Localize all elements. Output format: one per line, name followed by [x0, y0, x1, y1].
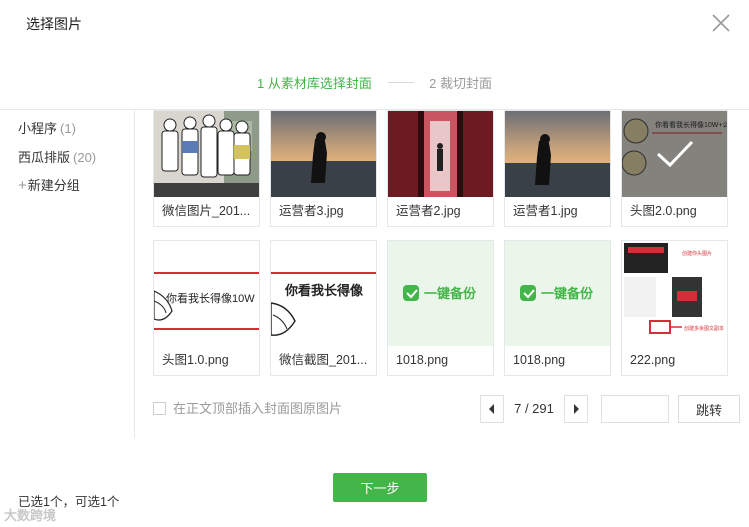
page-indicator: 7 / 291: [514, 401, 554, 416]
image-grid: 微信图片_201... 运营者3.jpg 运营者2.jpg 运营者1.jpg 你…: [135, 110, 749, 438]
thumb-backup-text: 一键备份: [424, 286, 477, 301]
sidebar-item-miniprogram[interactable]: 小程序 (1): [18, 118, 76, 137]
plus-icon: +: [18, 177, 27, 194]
image-name: 头图1.0.png: [162, 353, 229, 367]
image-thumbnail: 一键备份: [505, 241, 610, 346]
selected-overlay: [622, 111, 727, 197]
image-card[interactable]: 运营者2.jpg: [387, 110, 494, 227]
image-thumbnail: 创建多余图文副本 创建你头图片: [622, 241, 727, 346]
image-thumbnail: [505, 111, 610, 197]
next-step-button[interactable]: 下一步: [333, 473, 427, 502]
thumb-headline: 你看我长得像: [284, 283, 364, 298]
image-card[interactable]: 你看我长得像10W 头图1.0.png: [153, 240, 260, 376]
image-thumbnail: 你看我长得像10W: [154, 241, 259, 346]
chevron-right-icon: [574, 404, 579, 414]
image-card[interactable]: 一键备份 1018.png: [504, 240, 611, 376]
checkmark-icon: [656, 140, 693, 168]
sidebar-item-count: (20): [73, 150, 97, 165]
image-thumbnail: [271, 111, 376, 197]
sidebar-item-label: 小程序: [18, 121, 58, 136]
image-thumbnail: 你看我长得像: [271, 241, 376, 346]
image-name: 头图2.0.png: [630, 204, 697, 218]
prev-page-button[interactable]: [480, 395, 504, 423]
step-separator: [387, 82, 414, 83]
thumb-annotation: 创建多余图文副本: [684, 325, 724, 332]
next-page-button[interactable]: [564, 395, 588, 423]
dialog-title: 选择图片: [26, 16, 82, 32]
close-icon[interactable]: [710, 12, 732, 34]
thumb-headline: 你看我长得像10W: [166, 291, 255, 305]
image-thumbnail: [154, 111, 259, 197]
chevron-left-icon: [489, 404, 494, 414]
image-name: 微信截图_201...: [279, 353, 368, 367]
image-card[interactable]: 创建多余图文副本 创建你头图片 222.png: [621, 240, 728, 376]
image-name: 运营者1.jpg: [513, 204, 578, 218]
image-name: 运营者2.jpg: [396, 204, 461, 218]
image-card[interactable]: 微信图片_201...: [153, 110, 260, 227]
image-card-selected[interactable]: 你看看我长得像10W+么? 头图2.0.png: [621, 110, 728, 227]
step-2-label: 2 裁切封面: [429, 76, 492, 91]
new-group-button[interactable]: +新建分组: [18, 175, 80, 194]
watermark-logo: 大数跨境: [4, 508, 57, 523]
page-number-input[interactable]: [601, 395, 669, 423]
image-card[interactable]: 你看我长得像 微信截图_201...: [270, 240, 377, 376]
group-sidebar: 小程序 (1) 西瓜排版 (20) +新建分组: [0, 110, 135, 438]
image-name: 222.png: [630, 353, 676, 367]
sidebar-item-xigua[interactable]: 西瓜排版 (20): [18, 147, 96, 166]
image-name: 1018.png: [513, 353, 566, 367]
new-group-label: 新建分组: [27, 178, 80, 193]
image-thumbnail: [388, 111, 493, 197]
jump-button[interactable]: 跳转: [678, 395, 740, 423]
image-name: 运营者3.jpg: [279, 204, 344, 218]
image-thumbnail: 一键备份: [388, 241, 493, 346]
insert-cover-option[interactable]: 在正文顶部插入封面图原图片: [153, 398, 342, 417]
insert-cover-checkbox[interactable]: [153, 402, 166, 415]
sidebar-item-count: (1): [60, 121, 76, 136]
image-card[interactable]: 运营者1.jpg: [504, 110, 611, 227]
image-card[interactable]: 一键备份 1018.png: [387, 240, 494, 376]
insert-cover-label: 在正文顶部插入封面图原图片: [173, 401, 343, 416]
image-name: 1018.png: [396, 353, 449, 367]
step-1-label: 1 从素材库选择封面: [257, 76, 372, 91]
image-thumbnail: 你看看我长得像10W+么?: [622, 111, 727, 197]
step-indicator: 1 从素材库选择封面 2 裁切封面: [0, 73, 749, 92]
thumb-annotation: 创建你头图片: [682, 250, 712, 257]
sidebar-item-label: 西瓜排版: [18, 150, 71, 165]
image-name: 微信图片_201...: [162, 204, 251, 218]
thumb-backup-text: 一键备份: [541, 286, 594, 301]
image-card[interactable]: 运营者3.jpg: [270, 110, 377, 227]
